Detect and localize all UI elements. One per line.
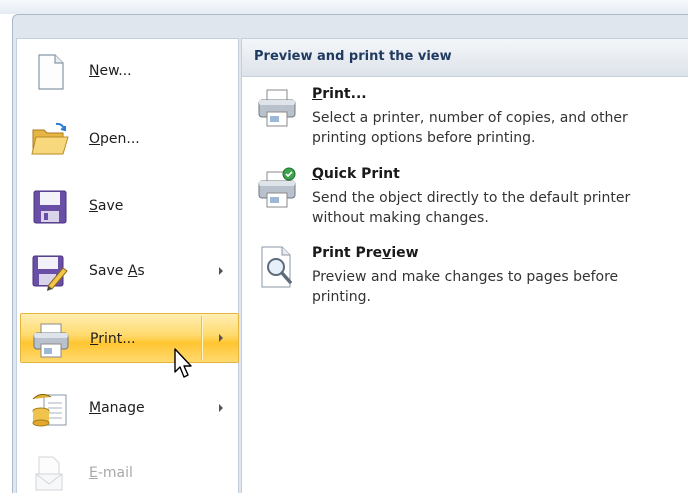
submenu-item-title: Print Preview — [312, 245, 419, 261]
menu-item-new[interactable]: New... — [20, 46, 239, 96]
menu-item-save-as[interactable]: Save As — [20, 246, 239, 296]
split-button-divider — [201, 316, 202, 360]
mouse-cursor-icon — [174, 348, 192, 378]
menu-item-label: Open... — [89, 131, 140, 147]
menu-item-manage[interactable]: Manage — [20, 383, 239, 433]
email-icon — [35, 456, 63, 491]
submenu-item-description: Send the object directly to the default … — [312, 190, 631, 226]
new-document-icon — [38, 54, 64, 90]
menu-item-open[interactable]: Open... — [20, 114, 239, 164]
menu-item-print[interactable]: Print... — [20, 313, 239, 363]
menu-item-label: Save — [89, 198, 124, 214]
menu-item-label: Save As — [89, 263, 145, 279]
submenu-item-print-preview[interactable]: Print Preview Preview and make changes t… — [256, 245, 676, 307]
quick-print-icon — [258, 167, 296, 208]
submenu-arrow-icon — [219, 404, 223, 412]
printer-icon — [258, 89, 296, 127]
submenu-item-description: Preview and make changes to pages before… — [312, 269, 619, 305]
submenu-arrow-icon[interactable] — [219, 334, 223, 342]
submenu-item-print[interactable]: Print... Select a printer, number of cop… — [256, 86, 676, 148]
floppy-disk-icon — [33, 190, 67, 224]
save-as-icon — [32, 255, 68, 291]
printer-icon — [33, 323, 69, 358]
submenu-item-title: Print... — [312, 86, 367, 102]
submenu-item-description: Select a printer, number of copies, and … — [312, 110, 628, 146]
submenu-item-quick-print[interactable]: Quick Print Send the object directly to … — [256, 166, 676, 228]
menu-item-email[interactable]: E-mail — [20, 448, 239, 498]
menu-item-label: E-mail — [89, 465, 133, 481]
folder-open-icon — [31, 122, 69, 155]
menu-item-label: Manage — [89, 400, 145, 416]
submenu-header-title: Preview and print the view — [254, 49, 452, 64]
submenu-arrow-icon — [219, 267, 223, 275]
menu-item-label: New... — [89, 63, 132, 79]
menu-item-label: Print... — [90, 331, 136, 347]
manage-database-icon — [32, 393, 67, 427]
menu-item-save[interactable]: Save — [20, 181, 239, 231]
submenu-item-title: Quick Print — [312, 166, 400, 182]
window-top-strip — [0, 0, 688, 14]
print-preview-icon — [261, 246, 292, 288]
submenu-header: Preview and print the view — [242, 39, 688, 77]
